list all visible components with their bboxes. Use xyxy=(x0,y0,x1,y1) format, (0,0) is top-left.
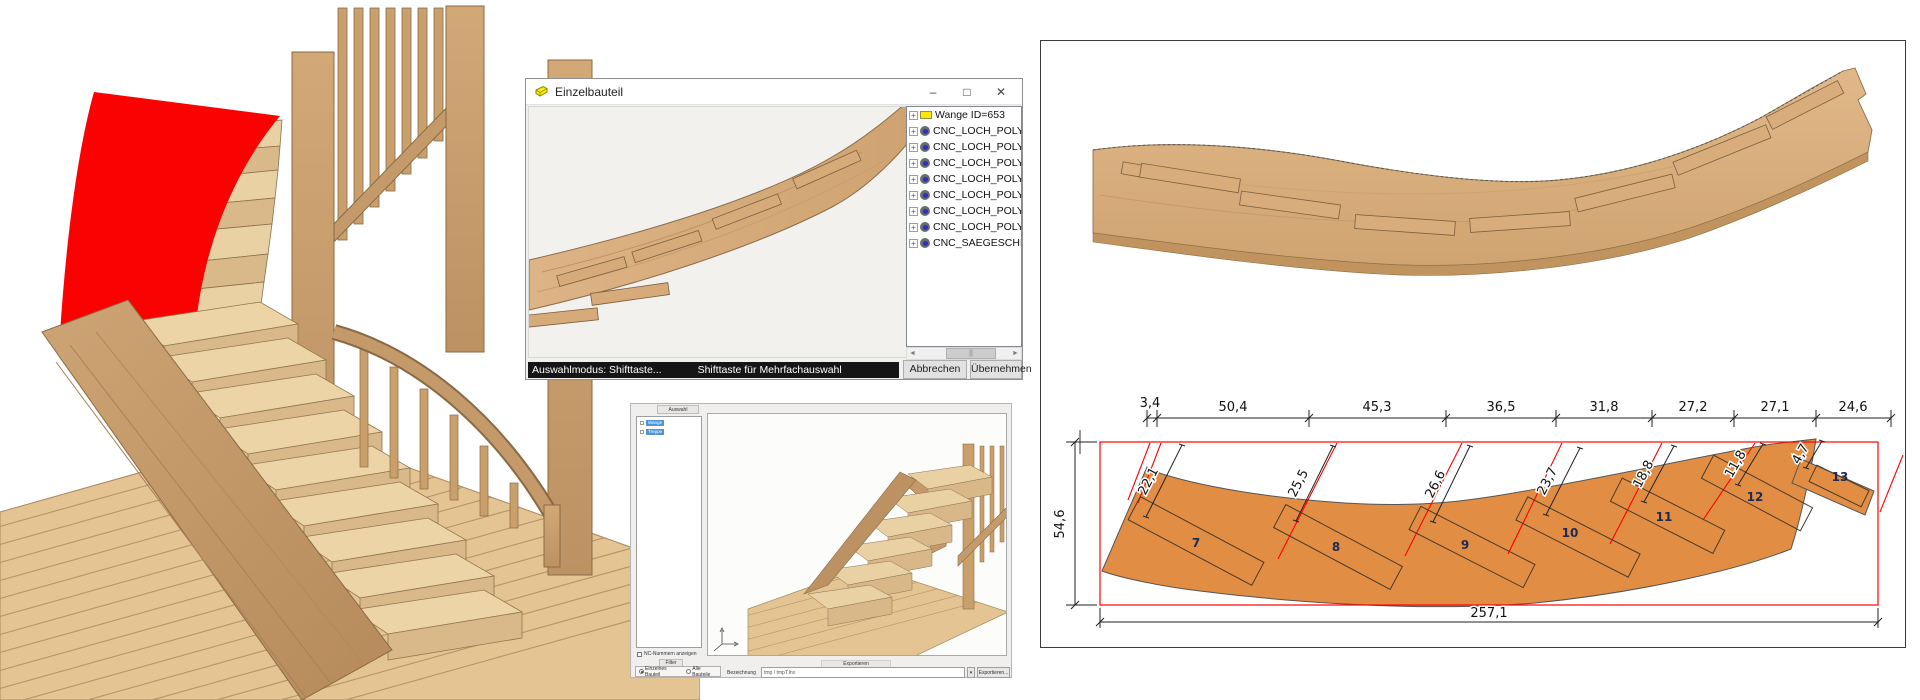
dim-value: 27,2 xyxy=(1679,400,1708,415)
expand-icon[interactable]: + xyxy=(909,111,918,120)
dim-value: 24,6 xyxy=(1839,400,1868,415)
tree-row[interactable]: + CNC_SAEGESCHNITT_0 xyxy=(907,235,1021,251)
stringer-report-panel: 7 8 9 10 11 12 13 22,1 25,5 26,6 23,7 18… xyxy=(1040,40,1906,648)
cnc-op-icon xyxy=(920,158,930,168)
dialog-title: Einzelbauteil xyxy=(555,85,623,99)
cnc-op-icon xyxy=(920,174,930,184)
expand-icon[interactable]: + xyxy=(909,175,918,184)
status-mode-text: Auswahlmodus: Shifttaste... xyxy=(532,364,662,376)
dialog-titlebar[interactable]: Einzelbauteil – □ ✕ xyxy=(526,79,1022,105)
expand-icon[interactable] xyxy=(640,421,644,425)
cnc-operations-tree: + Wange ID=653 + CNC_LOCH_POLYGONA + CNC… xyxy=(906,106,1022,347)
dim-value: 45,3 xyxy=(1363,400,1392,415)
dim-value: 50,4 xyxy=(1219,400,1248,415)
expand-icon[interactable]: + xyxy=(909,223,918,232)
close-icon[interactable]: ✕ xyxy=(984,79,1018,105)
stringer-3d-render xyxy=(1093,68,1872,275)
description-label: Bezeichnung xyxy=(727,670,756,676)
height-dim-value: 54,6 xyxy=(1053,510,1068,539)
cnc-op-icon xyxy=(920,142,930,152)
expand-icon[interactable]: + xyxy=(909,239,918,248)
part-icon xyxy=(534,85,549,98)
cnc-op-icon xyxy=(920,206,930,216)
cnc-op-icon xyxy=(920,222,930,232)
expand-icon[interactable]: + xyxy=(909,143,918,152)
description-input[interactable] xyxy=(761,667,965,678)
scroll-thumb[interactable]: || xyxy=(946,348,996,359)
expand-icon[interactable] xyxy=(640,430,644,434)
scroll-left-icon[interactable]: ◄ xyxy=(907,350,918,357)
expand-icon[interactable]: + xyxy=(909,127,918,136)
tree-row[interactable]: + CNC_LOCH_POLYGONA xyxy=(907,155,1021,171)
list-item[interactable]: Treppe xyxy=(640,429,701,435)
cnc-op-icon xyxy=(920,238,930,248)
tree-row[interactable]: + CNC_LOCH_POLYGONA xyxy=(907,171,1021,187)
dim-value: 31,8 xyxy=(1590,400,1619,415)
cnc-op-icon xyxy=(920,190,930,200)
step-number: 10 xyxy=(1562,526,1579,540)
step-number: 13 xyxy=(1832,470,1849,484)
preview-3d-view[interactable] xyxy=(707,413,1007,656)
checkbox-icon[interactable] xyxy=(637,652,642,657)
newel-post-right xyxy=(446,6,484,352)
step-number: 9 xyxy=(1461,538,1469,552)
cancel-button[interactable]: Abbrechen xyxy=(903,360,967,379)
dim-value: 27,1 xyxy=(1761,400,1790,415)
tree-horizontal-scrollbar[interactable]: ◄ || ► xyxy=(906,347,1022,360)
step-number: 8 xyxy=(1332,540,1340,554)
dim-value: 36,5 xyxy=(1487,400,1516,415)
total-dim-value: 257,1 xyxy=(1470,606,1507,621)
stringer-2d-drawing: 7 8 9 10 11 12 13 22,1 25,5 26,6 23,7 18… xyxy=(1053,396,1903,628)
part-3d-view[interactable] xyxy=(528,106,907,358)
radio-icon[interactable] xyxy=(639,669,644,674)
step-number: 11 xyxy=(1656,510,1673,524)
tree-row[interactable]: + CNC_LOCH_POLYGONA xyxy=(907,219,1021,235)
maximize-icon[interactable]: □ xyxy=(950,79,984,105)
step-number: 12 xyxy=(1747,490,1764,504)
dim-value: 3,4 xyxy=(1140,396,1161,411)
step-dim: 26,6 xyxy=(1423,468,1450,501)
expand-icon[interactable]: + xyxy=(909,191,918,200)
expand-icon[interactable]: + xyxy=(909,207,918,216)
list-item[interactable]: Wange xyxy=(640,420,701,426)
minimize-icon[interactable]: – xyxy=(916,79,950,105)
selection-tree-panel: Wange Treppe xyxy=(636,416,702,648)
tree-row[interactable]: + CNC_LOCH_POLYGONA xyxy=(907,187,1021,203)
scroll-right-icon[interactable]: ► xyxy=(1010,350,1021,357)
selection-mode-group: Einzelnes Bauteil Alle Bauteile xyxy=(635,666,721,677)
scroll-track[interactable]: || xyxy=(918,348,1010,359)
tree-row[interactable]: + CNC_LOCH_POLYGONA xyxy=(907,139,1021,155)
export-preview-window: Auswahl Wange Treppe NC-Nummern anzeigen… xyxy=(630,403,1012,678)
wange-part-icon xyxy=(920,111,932,119)
tree-row[interactable]: + CNC_LOCH_POLYGONA xyxy=(907,123,1021,139)
step-dim: 25,5 xyxy=(1286,467,1313,500)
step-number: 7 xyxy=(1192,536,1200,550)
export-button[interactable]: Exportieren... xyxy=(977,667,1010,678)
tree-row-root[interactable]: + Wange ID=653 xyxy=(907,107,1021,123)
dropdown-icon[interactable]: ▾ xyxy=(967,667,975,678)
selection-statusbar: Auswahlmodus: Shifttaste... Shifttaste f… xyxy=(528,362,899,378)
axis-orientation-icon xyxy=(714,628,738,651)
apply-button[interactable]: Übernehmen xyxy=(970,360,1022,379)
tab-auswahl[interactable]: Auswahl xyxy=(657,405,699,414)
status-hint-text: Shifttaste für Mehrfachauswahl xyxy=(698,364,842,376)
expand-icon[interactable]: + xyxy=(909,159,918,168)
nc-number-checkbox[interactable]: NC-Nummern anzeigen xyxy=(637,651,697,657)
tree-row[interactable]: + CNC_LOCH_POLYGONA xyxy=(907,203,1021,219)
radio-icon[interactable] xyxy=(686,669,691,674)
einzelbauteil-dialog: Einzelbauteil – □ ✕ xyxy=(525,78,1023,380)
cnc-op-icon xyxy=(920,126,930,136)
